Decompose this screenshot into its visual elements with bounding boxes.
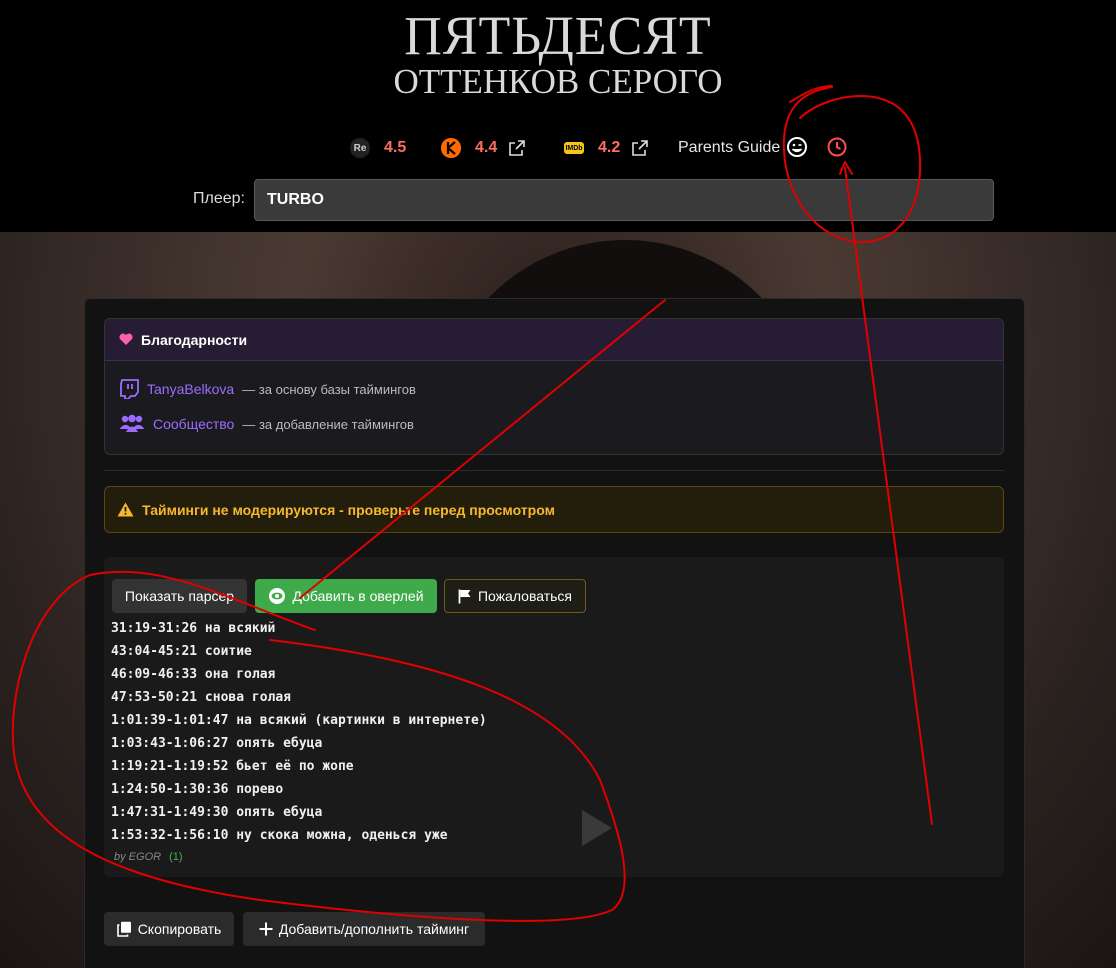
wink-smile-icon[interactable] (786, 136, 808, 158)
thanks-row: Сообщество — за добавление таймингов (119, 414, 414, 434)
thanks-desc: — за добавление таймингов (242, 416, 414, 432)
byline-author: by EGOR (114, 851, 162, 863)
imdb-icon: IMDb (564, 142, 584, 154)
external-link-icon[interactable] (509, 140, 526, 156)
thanks-header: Благодарности (105, 319, 1003, 361)
complain-label: Пожаловаться (477, 588, 572, 604)
copy-icon (116, 921, 131, 937)
thanks-name-link[interactable]: Сообщество (153, 416, 234, 432)
users-group-icon (119, 414, 145, 432)
rating-kinopoisk: 4.4 (441, 134, 526, 162)
add-to-overlay-label: Добавить в оверлей (292, 588, 424, 604)
plus-icon (259, 922, 273, 936)
timing-item: 1:03:43-1:06:27 опять ебуца (111, 736, 323, 751)
rating-re: Re 4.5 (350, 134, 406, 162)
eye-icon (269, 588, 286, 604)
rating-value: 4.2 (598, 139, 621, 156)
add-to-overlay-button[interactable]: Добавить в оверлей (255, 579, 437, 613)
add-timing-label: Добавить/дополнить тайминг (278, 921, 470, 937)
add-timing-button[interactable]: Добавить/дополнить тайминг (243, 912, 485, 946)
player-label: Плеер: (193, 190, 245, 207)
thanks-desc: — за основу базы таймингов (242, 381, 416, 397)
movie-logo: ПЯТЬДЕСЯТ ОТТЕНКОВ СЕРОГО (0, 6, 1116, 101)
ratings-bar: Re 4.5 4.4 IMDb 4.2 (0, 134, 1116, 162)
rating-value: 4.4 (475, 139, 498, 156)
warning-banner: Тайминги не модерируются - проверьте пер… (104, 486, 1004, 533)
complain-button[interactable]: Пожаловаться (444, 579, 586, 613)
timing-item: 46:09-46:33 она голая (111, 667, 276, 682)
rating-imdb: IMDb 4.2 (564, 134, 649, 162)
timing-item: 1:24:50-1:30:36 порево (111, 782, 284, 797)
heart-icon (119, 333, 133, 345)
kinopoisk-icon (441, 138, 461, 158)
thanks-name-link[interactable]: TanyaBelkova (147, 381, 234, 397)
clock-icon[interactable] (826, 136, 848, 158)
rating-value: 4.5 (384, 139, 407, 156)
thanks-title: Благодарности (141, 331, 248, 348)
copy-label: Скопировать (137, 921, 222, 937)
timing-item: 1:53:32-1:56:10 ну скока можна, оденься … (111, 828, 448, 843)
timing-byline: by EGOR (1) (114, 851, 183, 863)
timing-item: 47:53-50:21 снова голая (111, 690, 292, 705)
flag-icon (458, 589, 471, 603)
show-parser-button[interactable]: Показать парсер (112, 579, 247, 613)
external-link-icon[interactable] (632, 140, 649, 156)
warning-text: Тайминги не модерируются - проверьте пер… (142, 501, 555, 518)
timing-item: 1:19:21-1:19:52 бьет её по жопе (111, 759, 354, 774)
parents-guide-label[interactable]: Parents Guide (678, 134, 780, 162)
header: ПЯТЬДЕСЯТ ОТТЕНКОВ СЕРОГО Re 4.5 4.4 IMD… (0, 0, 1116, 232)
logo-title-line2: ОТТЕНКОВ СЕРОГО (393, 62, 723, 101)
player-select[interactable]: TURBO (254, 179, 994, 221)
copy-button[interactable]: Скопировать (104, 912, 234, 946)
twitch-icon (120, 379, 139, 399)
logo-title-line1: ПЯТЬДЕСЯТ (404, 6, 712, 67)
re-icon: Re (350, 138, 370, 158)
warning-icon (117, 502, 134, 517)
timing-item: 43:04-45:21 соитие (111, 644, 252, 659)
timing-item: 1:01:39-1:01:47 на всякий (картинки в ин… (111, 713, 487, 728)
byline-count: (1) (169, 851, 183, 863)
timing-item: 1:47:31-1:49:30 опять ебуца (111, 805, 323, 820)
section-divider (104, 470, 1004, 471)
play-icon[interactable] (582, 810, 612, 846)
thanks-card: Благодарности TanyaBelkova — за основу б… (104, 318, 1004, 455)
thanks-row: TanyaBelkova — за основу базы таймингов (119, 379, 416, 399)
timing-list: 31:19-31:26 на всякий 43:04-45:21 соитие… (111, 620, 487, 850)
timing-item: 31:19-31:26 на всякий (111, 621, 276, 636)
